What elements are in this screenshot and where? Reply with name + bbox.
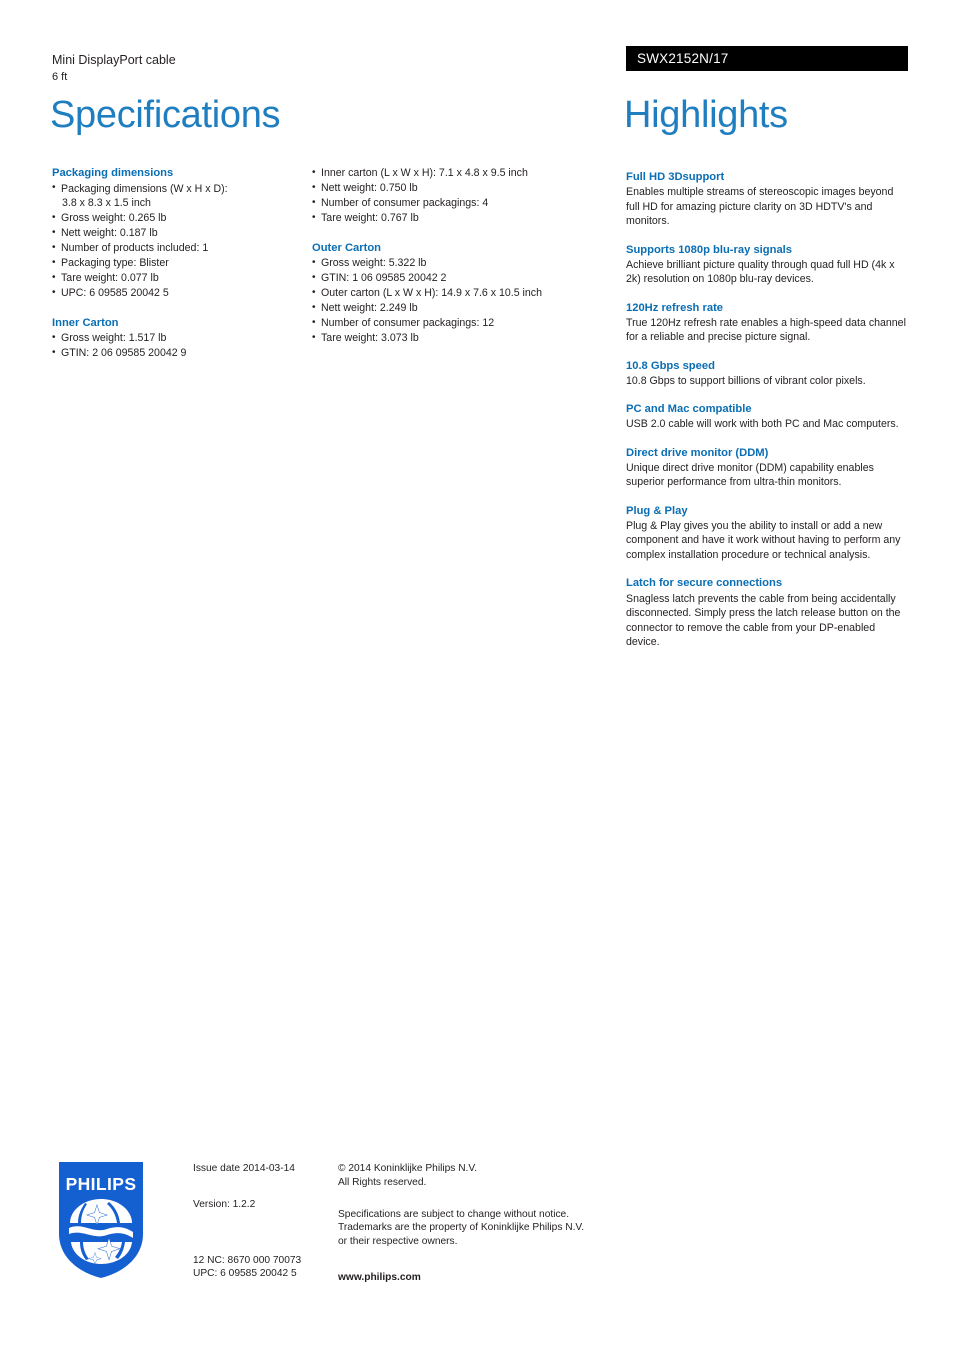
product-name: Mini DisplayPort cable — [52, 53, 176, 67]
disclaimer-line-2: Trademarks are the property of Koninklij… — [338, 1222, 585, 1234]
spec-group-inner-carton-continued: Inner carton (L x W x H): 7.1 x 4.8 x 9.… — [312, 166, 612, 226]
highlight-body: Unique direct drive monitor (DDM) capabi… — [626, 461, 874, 489]
list-item: Outer carton (L x W x H): 14.9 x 7.6 x 1… — [312, 286, 612, 301]
highlights-title: Highlights — [624, 94, 788, 136]
list-item: Nett weight: 0.750 lb — [312, 181, 612, 196]
highlight-title: Latch for secure connections — [626, 577, 783, 590]
footer-upc: UPC: 6 09585 20042 5 — [193, 1268, 297, 1280]
highlight-title: Direct drive monitor (DDM) — [626, 446, 769, 459]
list-item: Nett weight: 0.187 lb — [52, 226, 304, 241]
highlight-title: 10.8 Gbps speed — [626, 359, 715, 372]
philips-shield-icon: PHILIPS — [59, 1162, 143, 1278]
list-item: Tare weight: 0.077 lb — [52, 271, 304, 286]
highlight-item: Supports 1080p blu-ray signals Achieve b… — [626, 243, 908, 287]
list-item: Packaging dimensions (W x H x D): 3.8 x … — [52, 181, 304, 211]
version: Version: 1.2.2 — [193, 1198, 256, 1210]
highlight-item: 10.8 Gbps speed 10.8 Gbps to support bil… — [626, 359, 908, 389]
issue-date: Issue date 2014-03-14 — [193, 1163, 295, 1174]
list-item: GTIN: 1 06 09585 20042 2 — [312, 271, 612, 286]
list-item: Gross weight: 1.517 lb — [52, 331, 304, 346]
twelve-nc: 12 NC: 8670 000 70073 — [193, 1254, 302, 1266]
spec-group-heading: Inner Carton — [52, 316, 119, 329]
highlight-title: 120Hz refresh rate — [626, 301, 724, 314]
list-item: Tare weight: 0.767 lb — [312, 211, 612, 226]
spec-list: Packaging dimensions (W x H x D): 3.8 x … — [52, 181, 304, 301]
product-code-bar: SWX2152N/17 — [626, 46, 908, 71]
highlights-column: Full HD 3Dsupport Enables multiple strea… — [626, 170, 908, 650]
highlight-item: Full HD 3Dsupport Enables multiple strea… — [626, 170, 908, 229]
product-code: SWX2152N/17 — [637, 51, 729, 66]
list-item: Number of consumer packagings: 4 — [312, 196, 612, 211]
highlight-body: True 120Hz refresh rate enables a high-s… — [626, 316, 906, 344]
spec-item-text: Packaging dimensions (W x H x D): — [61, 182, 228, 195]
disclaimer-line-1: Specifications are subject to change wit… — [338, 1208, 570, 1220]
disclaimer-line-3: or their respective owners. — [338, 1236, 458, 1248]
list-item: UPC: 6 09585 20042 5 — [52, 286, 304, 301]
list-item: Number of consumer packagings: 12 — [312, 316, 612, 331]
list-item: Nett weight: 2.249 lb — [312, 301, 612, 316]
spec-column-1: Packaging dimensions Packaging dimension… — [52, 166, 304, 361]
svg-text:PHILIPS: PHILIPS — [66, 1174, 137, 1194]
spec-group-inner-carton: Inner Carton Gross weight: 1.517 lb GTIN… — [52, 316, 304, 361]
list-item: GTIN: 2 06 09585 20042 9 — [52, 346, 304, 361]
highlight-body: Snagless latch prevents the cable from b… — [626, 592, 901, 649]
list-item: Packaging type: Blister — [52, 256, 304, 271]
highlight-body: Achieve brilliant picture quality throug… — [626, 258, 895, 286]
spec-group-heading: Packaging dimensions — [52, 167, 174, 179]
spec-list: Inner carton (L x W x H): 7.1 x 4.8 x 9.… — [312, 166, 612, 226]
highlight-body: Plug & Play gives you the ability to ins… — [626, 519, 901, 561]
spec-list: Gross weight: 5.322 lb GTIN: 1 06 09585 … — [312, 256, 612, 346]
product-length: 6 ft — [52, 70, 68, 83]
highlight-item: PC and Mac compatible USB 2.0 cable will… — [626, 402, 908, 432]
highlight-title: PC and Mac compatible — [626, 403, 752, 416]
spec-item-continuation: 3.8 x 8.3 x 1.5 inch — [62, 197, 151, 210]
list-item: Inner carton (L x W x H): 7.1 x 4.8 x 9.… — [312, 166, 612, 181]
website-link[interactable]: www.philips.com — [338, 1271, 584, 1285]
copyright-line-1: © 2014 Koninklijke Philips N.V. — [338, 1163, 478, 1174]
spec-group-outer-carton: Outer Carton Gross weight: 5.322 lb GTIN… — [312, 241, 612, 346]
copyright-line-2: All Rights reserved. — [338, 1176, 427, 1188]
highlight-body: 10.8 Gbps to support billions of vibrant… — [626, 374, 866, 387]
list-item: Tare weight: 3.073 lb — [312, 331, 612, 346]
spec-sheet-page: Mini DisplayPort cable 6 ft SWX2152N/17 … — [0, 0, 954, 1350]
spec-column-2: Inner carton (L x W x H): 7.1 x 4.8 x 9.… — [312, 166, 612, 346]
spec-group-heading: Outer Carton — [312, 241, 381, 254]
spec-group-packaging-dimensions: Packaging dimensions Packaging dimension… — [52, 166, 304, 301]
product-title-block: Mini DisplayPort cable 6 ft — [52, 52, 176, 84]
highlight-title: Supports 1080p blu-ray signals — [626, 243, 792, 256]
highlight-body: USB 2.0 cable will work with both PC and… — [626, 418, 899, 431]
highlight-title: Plug & Play — [626, 504, 688, 517]
footer-meta-column: Issue date 2014-03-14 Version: 1.2.2 12 … — [193, 1162, 301, 1281]
specifications-title: Specifications — [50, 94, 281, 136]
spec-list: Gross weight: 1.517 lb GTIN: 2 06 09585 … — [52, 331, 304, 361]
highlight-item: Latch for secure connections Snagless la… — [626, 576, 908, 649]
list-item: Gross weight: 0.265 lb — [52, 211, 304, 226]
philips-logo: PHILIPS — [57, 1160, 145, 1280]
highlight-title: Full HD 3Dsupport — [626, 171, 725, 183]
highlight-body: Enables multiple streams of stereoscopic… — [626, 186, 894, 228]
highlight-item: Plug & Play Plug & Play gives you the ab… — [626, 504, 908, 563]
highlight-item: Direct drive monitor (DDM) Unique direct… — [626, 446, 908, 490]
list-item: Gross weight: 5.322 lb — [312, 256, 612, 271]
list-item: Number of products included: 1 — [52, 241, 304, 256]
highlight-item: 120Hz refresh rate True 120Hz refresh ra… — [626, 301, 908, 345]
footer-legal-column: © 2014 Koninklijke Philips N.V. All Righ… — [338, 1162, 584, 1285]
